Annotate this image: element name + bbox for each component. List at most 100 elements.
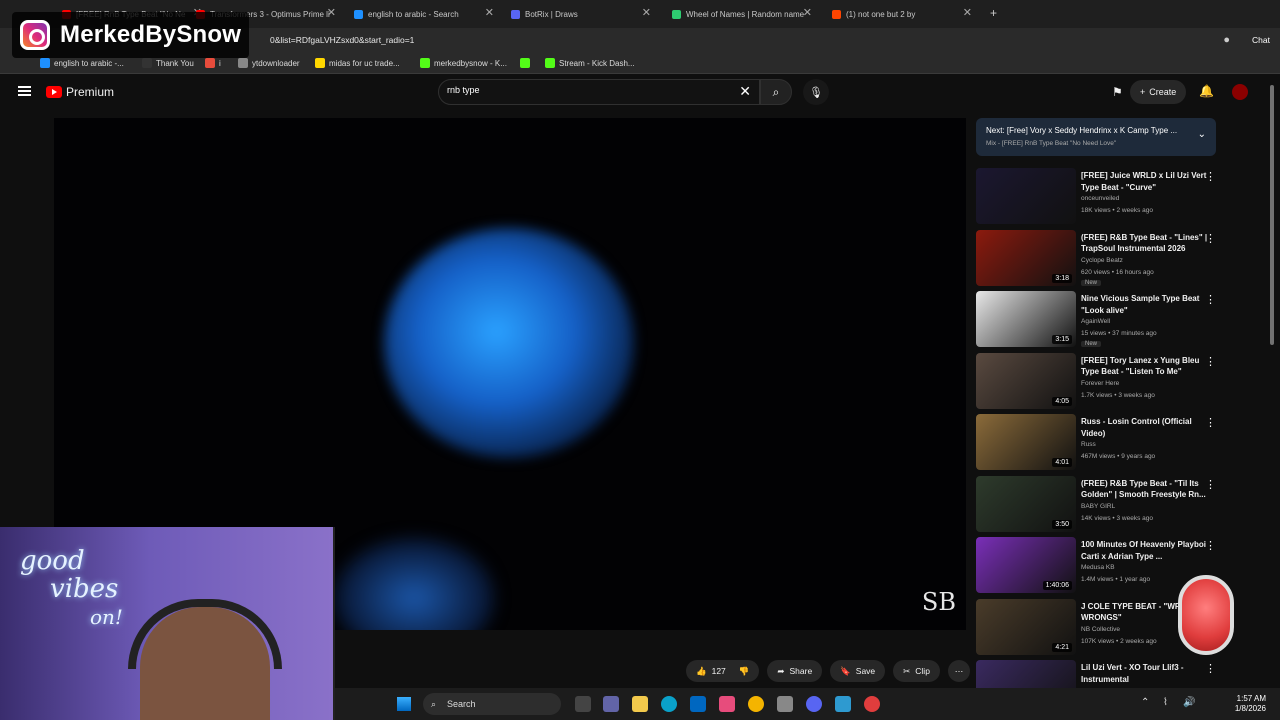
search-box[interactable]: ✕ [438, 79, 760, 105]
video-thumbnail[interactable]: 3:50 [976, 475, 1076, 532]
channel-name[interactable]: Cyclope Beatz [1081, 257, 1123, 264]
taskbar-search[interactable]: ⌕ Search [423, 693, 561, 715]
sticker-overlay [1178, 575, 1234, 655]
more-options-icon[interactable]: ⋮ [1205, 170, 1216, 183]
hamburger-menu-icon[interactable] [18, 86, 31, 96]
close-tab-icon[interactable]: ✕ [963, 6, 972, 19]
video-thumbnail[interactable]: 1:40:06 [976, 537, 1076, 593]
bookmark-item[interactable] [520, 58, 534, 68]
notifications-bell-icon[interactable]: 🔔 [1199, 84, 1214, 98]
more-options-icon[interactable]: ⋮ [1205, 355, 1216, 368]
recommended-video[interactable]: [FREE] Juice WRLD x Lil Uzi Vert Type Be… [976, 166, 1220, 228]
app-icon-pink[interactable] [719, 696, 735, 712]
taskbar-clock[interactable]: 1:57 AM 1/8/2026 [1235, 694, 1266, 714]
browser-tab[interactable]: Wheel of Names | Random name ✕ [666, 4, 816, 24]
close-tab-icon[interactable]: ✕ [803, 6, 812, 19]
video-title[interactable]: Nine Vicious Sample Type Beat "Look aliv… [1081, 293, 1209, 316]
video-title[interactable]: Lil Uzi Vert - XO Tour Llif3 - Instrumen… [1081, 662, 1209, 685]
browser-tab[interactable]: BotRix | Draws ✕ [505, 4, 655, 24]
video-thumbnail[interactable] [976, 168, 1076, 224]
video-title[interactable]: (FREE) R&B Type Beat - "Lines" | TrapSou… [1081, 232, 1209, 255]
bookmark-item[interactable]: merkedbysnow - K... [420, 58, 507, 68]
more-options-icon[interactable]: ⋮ [1205, 232, 1216, 245]
more-actions-button[interactable]: ⋯ [947, 660, 970, 682]
cast-icon[interactable]: ⚑ [1112, 85, 1123, 99]
bookmark-item[interactable]: i [205, 58, 221, 68]
app-icon-red[interactable] [864, 696, 880, 712]
more-options-icon[interactable]: ⋮ [1205, 416, 1216, 429]
more-options-icon[interactable]: ⋮ [1205, 293, 1216, 306]
volume-icon[interactable]: 🔊 [1183, 697, 1195, 708]
bookmark-item[interactable]: Thank You [142, 58, 194, 68]
url-field[interactable]: 0&list=RDfgaLVHZsxd0&start_radio=1 [270, 35, 414, 45]
more-options-icon[interactable]: ⋮ [1205, 662, 1216, 675]
youtube-logo[interactable]: Premium [46, 85, 114, 99]
video-thumbnail[interactable]: 3:15 [976, 291, 1076, 347]
share-button[interactable]: ➦ Share [767, 660, 823, 682]
more-options-icon[interactable]: ⋮ [1205, 539, 1216, 552]
task-view-icon[interactable] [575, 696, 591, 712]
more-options-icon[interactable]: ⋮ [1205, 478, 1216, 491]
video-title[interactable]: (FREE) R&B Type Beat - "Til Its Golden" … [1081, 478, 1209, 501]
chrome-icon[interactable] [748, 696, 764, 712]
channel-name[interactable]: Medusa KB [1081, 564, 1115, 571]
app-icon-gray[interactable] [777, 696, 793, 712]
bookmark-item[interactable]: english to arabic -... [40, 58, 124, 68]
chevron-down-icon[interactable]: ⌄ [1198, 129, 1206, 140]
recommended-video[interactable]: 3:18 (FREE) R&B Type Beat - "Lines" | Tra… [976, 228, 1220, 290]
save-button[interactable]: 🔖 Save [830, 660, 886, 682]
edge-icon[interactable] [661, 696, 677, 712]
profile-avatar-icon[interactable]: ● [1223, 34, 1230, 46]
thumbs-down-icon[interactable]: 👎 [739, 666, 750, 677]
close-tab-icon[interactable]: ✕ [642, 6, 651, 19]
channel-name[interactable]: Forever Here [1081, 380, 1119, 387]
browser-tab[interactable]: english to arabic - Search ✕ [348, 4, 498, 24]
video-thumbnail[interactable]: 4:05 [976, 352, 1076, 409]
file-explorer-icon[interactable] [632, 696, 648, 712]
clip-button[interactable]: ✂ Clip [893, 660, 940, 682]
voice-search-button[interactable]: 🎙 [803, 79, 829, 105]
chat-button[interactable]: Chat [1252, 35, 1270, 45]
close-tab-icon[interactable]: ✕ [485, 6, 494, 19]
video-title[interactable]: Russ - Losin Control (Official Video) [1081, 416, 1209, 439]
channel-name[interactable]: BABY GIRL [1081, 503, 1115, 510]
video-title[interactable]: [FREE] Juice WRLD x Lil Uzi Vert Type Be… [1081, 170, 1209, 193]
channel-name[interactable]: AgainWell [1081, 318, 1110, 325]
scrollbar-thumb[interactable] [1270, 85, 1274, 345]
tray-chevron-icon[interactable]: ⌃ [1141, 697, 1149, 708]
video-thumbnail[interactable]: 4:21 [976, 598, 1076, 655]
store-icon[interactable] [690, 696, 706, 712]
channel-name[interactable]: NB Collective [1081, 626, 1120, 633]
video-thumbnail[interactable]: 4:01 [976, 414, 1076, 470]
video-title[interactable]: [FREE] Tory Lanez x Yung Bleu Type Beat … [1081, 355, 1209, 378]
bookmark-favicon-icon [142, 58, 152, 68]
bookmark-item[interactable]: midas for uc trade... [315, 58, 400, 68]
channel-name[interactable]: Russ [1081, 441, 1096, 448]
new-tab-button[interactable]: + [990, 6, 997, 20]
like-button[interactable]: 👍 127 👎 [686, 660, 760, 682]
channel-name[interactable]: onceunveiled [1081, 195, 1119, 202]
clear-search-icon[interactable]: ✕ [739, 83, 751, 100]
up-next-mix[interactable]: Next: [Free] Vory x Seddy Hendrinx x K C… [976, 118, 1216, 156]
recommended-video[interactable]: 3:50 (FREE) R&B Type Beat - "Til Its Gold… [976, 474, 1220, 536]
teams-icon[interactable] [603, 696, 619, 712]
discord-icon[interactable] [806, 696, 822, 712]
video-thumbnail[interactable]: 3:18 [976, 229, 1076, 286]
account-avatar[interactable] [1232, 84, 1248, 100]
browser-tab[interactable]: (1) not one but 2 by ✕ [826, 4, 976, 24]
search-input[interactable] [447, 85, 727, 95]
close-tab-icon[interactable]: ✕ [327, 6, 336, 19]
notepad-icon[interactable] [835, 696, 851, 712]
search-button[interactable]: ⌕ [760, 79, 792, 105]
wifi-icon[interactable]: ⌇ [1163, 697, 1168, 708]
channel-watermark[interactable]: SB [922, 588, 956, 616]
video-title[interactable]: 100 Minutes Of Heavenly Playboi Carti x … [1081, 539, 1209, 562]
bookmark-item[interactable]: Stream - Kick Dash... [545, 58, 635, 68]
page-scrollbar[interactable] [1268, 75, 1276, 685]
create-button[interactable]: + Create [1130, 80, 1187, 104]
recommended-video[interactable]: 4:01 Russ - Losin Control (Official Video… [976, 412, 1220, 474]
recommended-video[interactable]: 3:15 Nine Vicious Sample Type Beat "Look … [976, 289, 1220, 351]
windows-start-icon[interactable] [397, 697, 411, 711]
recommended-video[interactable]: 4:05 [FREE] Tory Lanez x Yung Bleu Type B… [976, 351, 1220, 413]
bookmark-item[interactable]: ytdownloader [238, 58, 300, 68]
